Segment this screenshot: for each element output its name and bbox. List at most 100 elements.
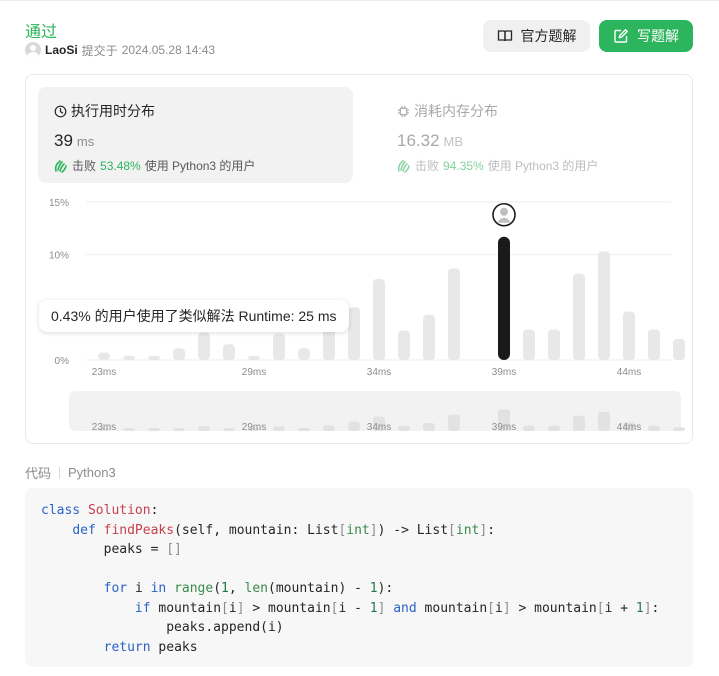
overview-bar — [673, 427, 685, 431]
code-line: if mountain[i] > mountain[i - 1] and mou… — [41, 599, 693, 619]
y-tick-label: 0% — [55, 356, 70, 367]
chart-bar — [323, 328, 335, 360]
chart-bar — [298, 348, 310, 360]
overview-bar — [198, 426, 210, 431]
code-header: 代码 Python3 — [25, 463, 116, 482]
code-token: peaks.append(i) — [41, 620, 284, 635]
code-token: 1 — [221, 581, 229, 596]
code-token: : — [651, 600, 660, 616]
chart-bar — [523, 329, 535, 360]
code-token: i - — [338, 600, 370, 616]
chart-bar — [348, 307, 360, 360]
avatar[interactable] — [25, 42, 41, 58]
chart-bar — [148, 355, 160, 360]
code-token: [ — [448, 522, 456, 538]
code-line: peaks.append(i) — [41, 618, 693, 638]
chart-bar — [198, 332, 210, 360]
code-token: Solution — [87, 503, 151, 518]
top-divider — [0, 0, 719, 1]
runtime-distribution-chart[interactable]: 15% 10% 0% 23ms 29ms 34ms 39ms 44ms 23ms 29ms 34ms… — [26, 75, 694, 445]
code-token: mountain — [158, 600, 222, 616]
overview-bar — [348, 421, 360, 431]
code-token: ( — [213, 581, 222, 596]
overview-tick-label: 29ms — [242, 422, 266, 433]
code-token: 1 — [635, 600, 644, 616]
code-block[interactable]: class Solution: def findPeaks(self, moun… — [25, 488, 693, 667]
chart-bar — [548, 329, 560, 360]
overview-tick-label: 44ms — [617, 422, 641, 433]
overview-bar — [648, 425, 660, 431]
code-token: class — [41, 503, 88, 518]
username-link[interactable]: LaoSi — [45, 43, 78, 57]
chart-bar — [448, 268, 460, 360]
code-line: class Solution: — [41, 501, 693, 521]
chart-bar — [123, 355, 135, 360]
code-token: int — [346, 522, 370, 538]
code-token: ] — [502, 600, 511, 616]
overview-bar — [323, 425, 335, 431]
code-token: range — [174, 581, 214, 596]
code-token: if — [134, 600, 159, 616]
chart-bar — [573, 273, 585, 360]
code-token: return — [103, 639, 159, 655]
write-solution-label: 写题解 — [637, 28, 679, 44]
code-line: def findPeaks(self, mountain: List[int])… — [41, 521, 693, 541]
user-marker-head — [500, 207, 508, 216]
overview-bar — [273, 426, 285, 431]
code-token: findPeaks — [103, 522, 175, 538]
overview-bar — [173, 428, 185, 431]
code-token: len — [244, 581, 269, 596]
code-token: i + — [604, 600, 636, 616]
official-solution-button[interactable]: 官方题解 — [483, 20, 590, 52]
code-token: and — [393, 600, 425, 616]
code-token: mountain — [424, 600, 488, 616]
chart-tooltip: 0.43% 的用户使用了类似解法 Runtime: 25 ms — [39, 300, 349, 332]
overview-bar — [398, 425, 410, 431]
chart-bar — [223, 344, 235, 360]
chart-bar — [623, 311, 635, 360]
x-tick-label: 23ms — [92, 367, 116, 378]
code-token: : — [487, 522, 496, 538]
write-solution-button[interactable]: 写题解 — [599, 20, 693, 52]
x-tick-label: 34ms — [367, 367, 391, 378]
overview-tick-label: 39ms — [492, 422, 516, 433]
chart-bar — [173, 348, 185, 360]
code-token: ): — [377, 581, 394, 596]
code-token: ) -> List — [377, 522, 449, 538]
code-token: ] — [369, 522, 378, 538]
code-token: peaks = — [41, 542, 167, 557]
code-token: ] — [236, 600, 245, 616]
overview-bar — [598, 411, 610, 431]
performance-card: 执行用时分布 39 ms 击败 53.48% 使用 Python3 的用户 消耗内… — [25, 74, 693, 444]
code-header-divider — [59, 466, 61, 479]
submitted-prefix: 提交于 — [81, 43, 118, 58]
code-token: i — [228, 600, 237, 616]
x-tick-label: 44ms — [617, 367, 641, 378]
code-line: for i in range(1, len(mountain) - 1): — [41, 579, 693, 599]
code-token: int — [455, 522, 480, 538]
code-language: Python3 — [68, 465, 116, 480]
code-token: ] — [643, 600, 652, 616]
code-token: i — [134, 581, 151, 596]
overview-tick-label: 34ms — [367, 422, 391, 433]
code-token: (self, mountain: List — [174, 522, 339, 538]
code-token: [ — [221, 600, 229, 616]
code-token: [ — [487, 600, 495, 616]
submission-meta: LaoSi 提交于 2024.05.28 14:43 — [25, 42, 215, 58]
chart-bar — [98, 352, 110, 360]
code-token: > mountain — [244, 600, 331, 616]
chart-bar — [398, 330, 410, 360]
code-token: 1 — [369, 600, 378, 616]
x-tick-label: 39ms — [492, 367, 516, 378]
code-token: 1 — [369, 581, 378, 596]
chart-bar — [373, 278, 385, 360]
code-token: > mountain — [510, 600, 597, 616]
submission-status: 通过 — [25, 24, 58, 41]
code-line: return peaks — [41, 638, 693, 658]
submitted-time: 2024.05.28 14:43 — [121, 43, 216, 57]
overview-bar — [223, 428, 235, 431]
